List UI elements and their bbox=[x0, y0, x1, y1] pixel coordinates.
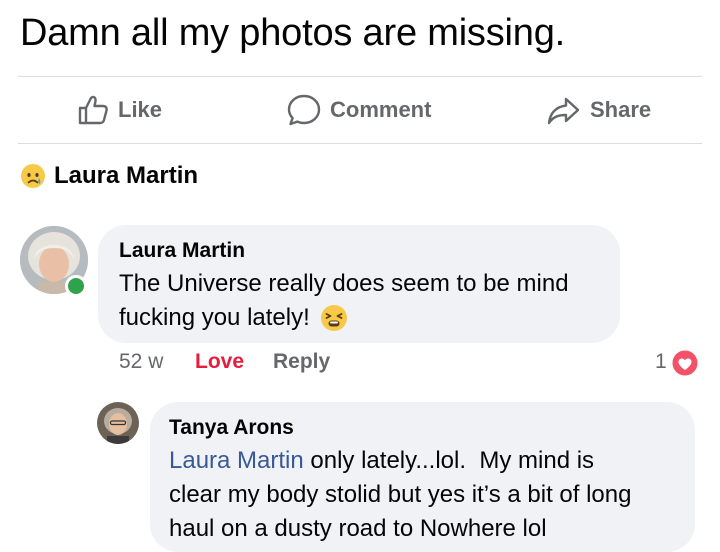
like-label: Like bbox=[118, 97, 163, 122]
divider-top bbox=[18, 76, 702, 77]
comment-label: Comment bbox=[330, 97, 432, 122]
comment-text-line-2-content: fucking you lately! bbox=[119, 304, 310, 331]
avatar-tanya-arons[interactable] bbox=[97, 402, 139, 444]
heart-reaction-icon[interactable] bbox=[670, 348, 700, 378]
like-button[interactable]: Like bbox=[76, 92, 162, 128]
tired-face-emoji-icon bbox=[320, 305, 347, 331]
reactor-name[interactable]: Laura Martin bbox=[54, 162, 198, 190]
thumbs-up-icon bbox=[78, 95, 108, 125]
reply-text-line-1-rest: only lately...lol. My mind is bbox=[303, 447, 595, 474]
love-reaction-button[interactable]: Love bbox=[195, 350, 244, 374]
reply-text-line-3: haul on a dusty road to Nowhere lol bbox=[169, 515, 547, 542]
divider-bottom bbox=[18, 143, 702, 144]
comment-timestamp[interactable]: 52 w bbox=[119, 350, 163, 374]
comment-text-line-1: The Universe really does seem to be mind bbox=[119, 270, 569, 297]
share-arrow-icon bbox=[547, 97, 580, 125]
reply-author[interactable]: Tanya Arons bbox=[169, 416, 294, 440]
comment-text-line-2: fucking you lately! bbox=[119, 301, 348, 335]
comment-author[interactable]: Laura Martin bbox=[119, 239, 245, 263]
sad-cry-emoji-icon bbox=[21, 164, 45, 188]
reaction-count[interactable]: 1 bbox=[655, 350, 667, 374]
mention-link[interactable]: Laura Martin bbox=[169, 447, 304, 474]
share-label: Share bbox=[590, 97, 652, 122]
reply-button[interactable]: Reply bbox=[273, 350, 330, 374]
post-text: Damn all my photos are missing. bbox=[20, 12, 566, 54]
comment-button[interactable]: Comment bbox=[286, 92, 431, 128]
reply-text-line-1: Laura Martin only lately...lol. My mind … bbox=[169, 444, 594, 478]
online-status-indicator bbox=[65, 275, 87, 297]
reaction-summary[interactable]: Laura Martin bbox=[20, 162, 198, 190]
comment-bubble-icon bbox=[287, 94, 321, 126]
share-button[interactable]: Share bbox=[546, 92, 651, 128]
reply-text-line-2: clear my body stolid but yes it’s a bit … bbox=[169, 481, 632, 508]
